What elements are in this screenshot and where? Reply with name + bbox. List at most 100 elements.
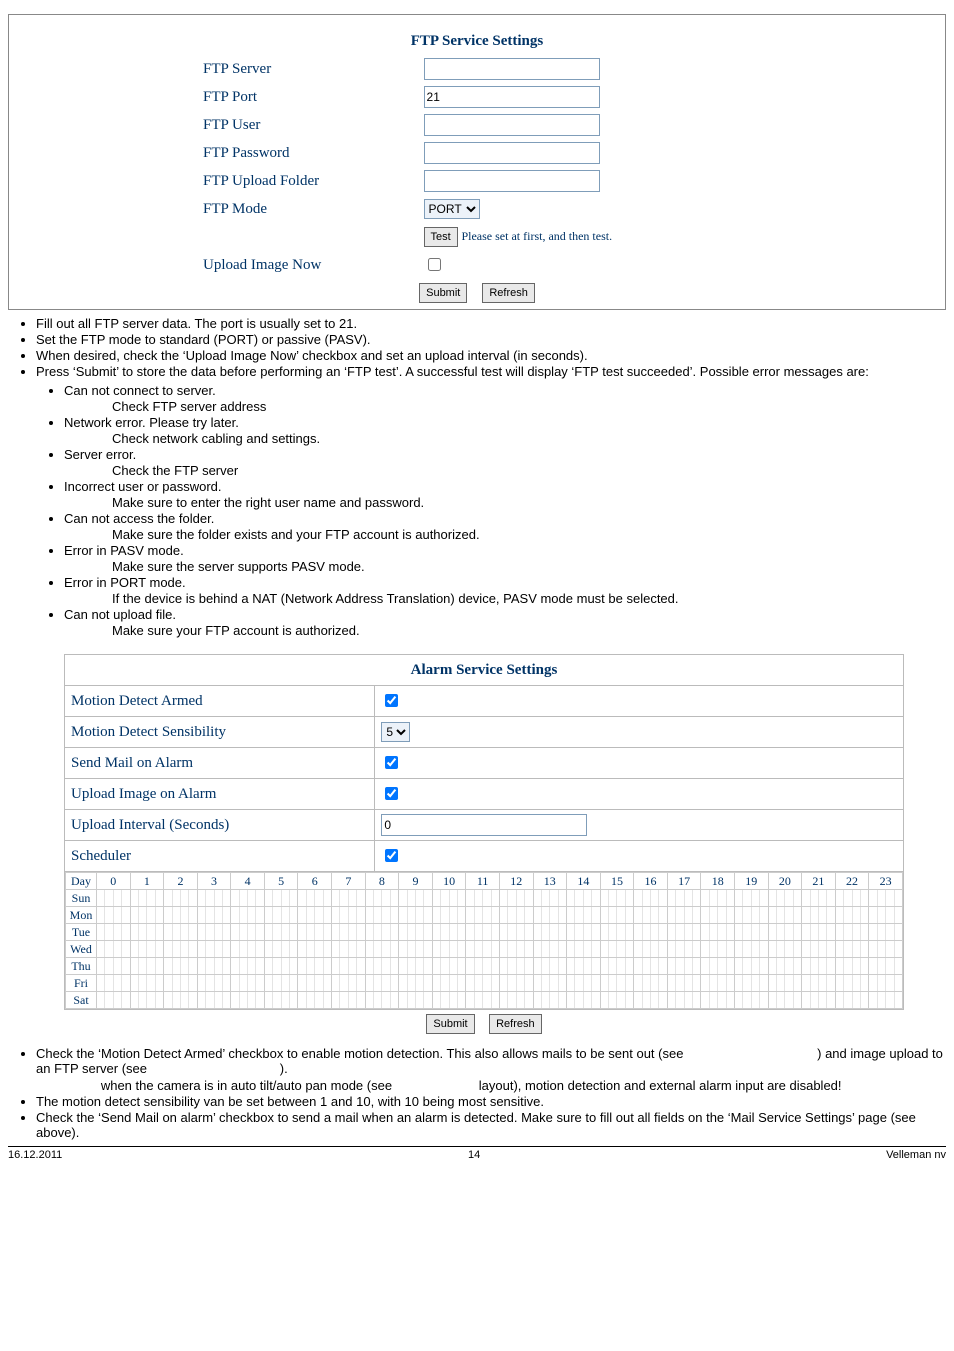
alarm-motion-sens-select[interactable]: 5 [381,722,410,742]
sched-cell[interactable] [97,975,131,992]
sched-cell[interactable] [701,975,735,992]
sched-cell[interactable] [466,907,500,924]
sched-cell[interactable] [667,890,701,907]
sched-cell[interactable] [264,907,298,924]
sched-cell[interactable] [802,992,836,1009]
sched-cell[interactable] [399,924,433,941]
alarm-scheduler-checkbox[interactable] [385,849,398,862]
sched-cell[interactable] [432,975,466,992]
sched-cell[interactable] [298,975,332,992]
sched-cell[interactable] [499,958,533,975]
sched-cell[interactable] [97,907,131,924]
sched-cell[interactable] [332,992,366,1009]
sched-cell[interactable] [701,907,735,924]
sched-cell[interactable] [768,890,802,907]
sched-cell[interactable] [802,941,836,958]
sched-cell[interactable] [600,958,634,975]
sched-cell[interactable] [734,975,768,992]
sched-cell[interactable] [231,907,265,924]
sched-cell[interactable] [802,924,836,941]
sched-cell[interactable] [835,890,869,907]
sched-cell[interactable] [567,907,601,924]
sched-cell[interactable] [768,958,802,975]
sched-cell[interactable] [466,941,500,958]
sched-cell[interactable] [634,890,668,907]
sched-cell[interactable] [835,907,869,924]
sched-cell[interactable] [734,907,768,924]
sched-cell[interactable] [533,941,567,958]
sched-cell[interactable] [164,907,198,924]
ftp-password-input[interactable] [424,142,600,164]
sched-cell[interactable] [533,992,567,1009]
sched-cell[interactable] [197,958,231,975]
sched-cell[interactable] [264,958,298,975]
sched-cell[interactable] [567,890,601,907]
sched-cell[interactable] [567,924,601,941]
sched-cell[interactable] [399,992,433,1009]
sched-cell[interactable] [667,975,701,992]
sched-cell[interactable] [802,907,836,924]
sched-cell[interactable] [298,924,332,941]
sched-cell[interactable] [768,941,802,958]
ftp-upload-now-checkbox[interactable] [428,258,441,271]
sched-cell[interactable] [164,941,198,958]
sched-cell[interactable] [332,907,366,924]
sched-cell[interactable] [197,890,231,907]
sched-cell[interactable] [499,890,533,907]
sched-cell[interactable] [432,941,466,958]
ftp-mode-select[interactable]: PORT [424,199,480,219]
sched-cell[interactable] [768,975,802,992]
sched-cell[interactable] [533,890,567,907]
sched-cell[interactable] [734,924,768,941]
sched-cell[interactable] [399,975,433,992]
ftp-refresh-button[interactable]: Refresh [482,283,535,303]
sched-cell[interactable] [634,975,668,992]
sched-cell[interactable] [130,890,164,907]
sched-cell[interactable] [466,924,500,941]
sched-cell[interactable] [869,907,903,924]
sched-cell[interactable] [197,975,231,992]
sched-cell[interactable] [802,890,836,907]
sched-cell[interactable] [869,924,903,941]
sched-cell[interactable] [802,958,836,975]
sched-cell[interactable] [231,958,265,975]
sched-cell[interactable] [164,890,198,907]
sched-cell[interactable] [264,992,298,1009]
sched-cell[interactable] [197,992,231,1009]
sched-cell[interactable] [432,924,466,941]
sched-cell[interactable] [634,958,668,975]
sched-cell[interactable] [600,924,634,941]
sched-cell[interactable] [164,992,198,1009]
sched-cell[interactable] [600,907,634,924]
sched-cell[interactable] [734,941,768,958]
ftp-user-input[interactable] [424,114,600,136]
sched-cell[interactable] [197,907,231,924]
ftp-port-input[interactable] [424,86,600,108]
sched-cell[interactable] [835,924,869,941]
sched-cell[interactable] [298,958,332,975]
sched-cell[interactable] [466,975,500,992]
sched-cell[interactable] [667,941,701,958]
sched-cell[interactable] [332,890,366,907]
sched-cell[interactable] [97,890,131,907]
sched-cell[interactable] [164,975,198,992]
sched-cell[interactable] [365,992,399,1009]
sched-cell[interactable] [231,992,265,1009]
sched-cell[interactable] [365,958,399,975]
sched-cell[interactable] [97,941,131,958]
sched-cell[interactable] [399,907,433,924]
ftp-test-button[interactable]: Test [424,227,458,247]
sched-cell[interactable] [130,975,164,992]
sched-cell[interactable] [264,924,298,941]
sched-cell[interactable] [197,941,231,958]
sched-cell[interactable] [499,924,533,941]
sched-cell[interactable] [869,958,903,975]
sched-cell[interactable] [835,975,869,992]
sched-cell[interactable] [332,958,366,975]
sched-cell[interactable] [466,958,500,975]
sched-cell[interactable] [835,992,869,1009]
sched-cell[interactable] [197,924,231,941]
sched-cell[interactable] [365,890,399,907]
sched-cell[interactable] [600,890,634,907]
sched-cell[interactable] [231,890,265,907]
